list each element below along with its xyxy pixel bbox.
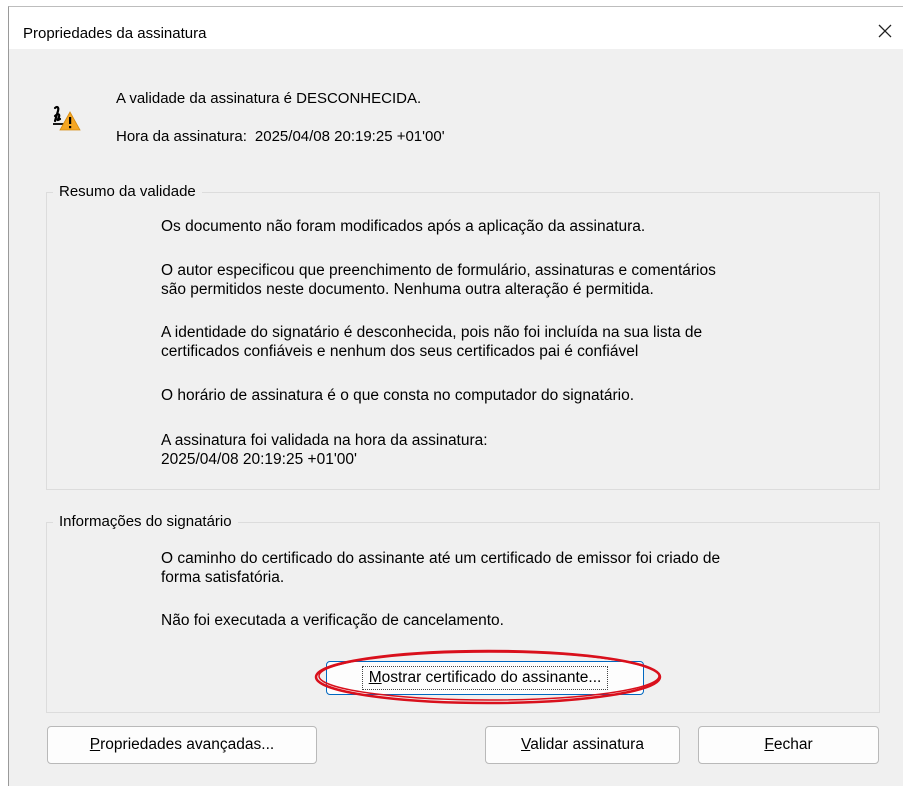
validate-signature-label: Validar assinatura	[521, 736, 644, 754]
signer-paragraph: Não foi executada a verificação de cance…	[161, 611, 861, 630]
close-text: echar	[773, 736, 813, 753]
summary-paragraph: Os documento não foram modificados após …	[161, 217, 861, 236]
summary-line: A assinatura foi validada na hora da ass…	[161, 432, 488, 449]
validation-summary-heading: Resumo da validade	[53, 183, 202, 201]
close-dialog-button[interactable]: Fechar	[698, 726, 879, 764]
signer-line: forma satisfatória.	[161, 569, 285, 586]
validate-text: alidar assinatura	[530, 736, 644, 753]
summary-line: O autor especificou que preenchimento de…	[161, 262, 716, 279]
signature-time-value: 2025/04/08 20:19:25 +01'00'	[254, 128, 445, 145]
validation-summary-group: Resumo da validade Os documento não fora…	[46, 183, 880, 490]
summary-line: A identidade do signatário é desconhecid…	[161, 324, 703, 341]
advanced-text: ropriedades avançadas...	[100, 736, 275, 753]
summary-paragraph: A identidade do signatário é desconhecid…	[161, 323, 861, 361]
signer-info-heading: Informações do signatário	[53, 513, 238, 531]
summary-line: Os documento não foram modificados após …	[161, 218, 646, 235]
close-accel: F	[764, 736, 774, 753]
close-button[interactable]	[867, 17, 903, 45]
summary-paragraph: A assinatura foi validada na hora da ass…	[161, 431, 861, 469]
validate-signature-button[interactable]: Validar assinatura	[485, 726, 680, 764]
summary-line: são permitidos neste documento. Nenhuma …	[161, 281, 654, 298]
show-certificate-accel: M	[368, 669, 382, 686]
signer-line: O caminho do certificado do assinante at…	[161, 550, 721, 567]
signature-warning-icon	[53, 105, 81, 131]
advanced-properties-label: Propriedades avançadas...	[90, 736, 274, 754]
title-bar: Propriedades da assinatura	[9, 7, 903, 49]
advanced-properties-button[interactable]: Propriedades avançadas...	[47, 726, 317, 764]
summary-line: certificados confiáveis e nenhum dos seu…	[161, 343, 639, 360]
close-dialog-label: Fechar	[764, 736, 812, 754]
signature-time: Hora da assinatura: 2025/04/08 20:19:25 +…	[116, 128, 445, 145]
signature-properties-dialog: Propriedades da assinatura A validade da…	[8, 6, 903, 786]
close-icon	[878, 24, 892, 38]
summary-paragraph: O horário de assinatura é o que consta n…	[161, 386, 861, 405]
validate-accel: V	[521, 736, 531, 753]
validity-status-text: A validade da assinatura é DESCONHECIDA.	[116, 90, 422, 107]
show-certificate-button[interactable]: Mostrar certificado do assinante...	[326, 661, 644, 695]
summary-paragraph: O autor especificou que preenchimento de…	[161, 261, 861, 299]
show-certificate-label: Mostrar certificado do assinante...	[361, 666, 609, 690]
summary-line: 2025/04/08 20:19:25 +01'00'	[161, 451, 357, 468]
advanced-accel: P	[89, 736, 101, 753]
summary-line: O horário de assinatura é o que consta n…	[161, 387, 635, 404]
signer-paragraph: O caminho do certificado do assinante at…	[161, 549, 861, 587]
signature-time-label: Hora da assinatura:	[116, 128, 247, 145]
window-title: Propriedades da assinatura	[23, 25, 207, 42]
show-certificate-text: ostrar certificado do assinante...	[381, 669, 602, 686]
signer-line: Não foi executada a verificação de cance…	[161, 612, 504, 629]
